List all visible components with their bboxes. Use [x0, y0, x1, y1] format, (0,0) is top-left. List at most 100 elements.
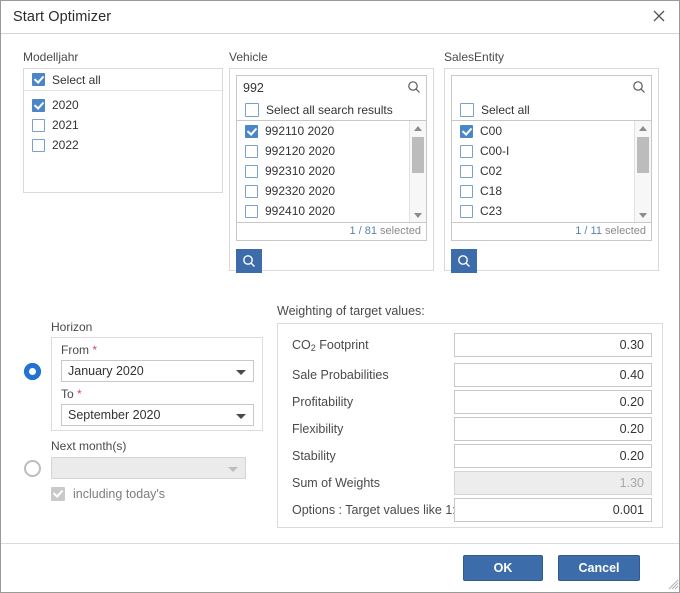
salesentity-list-scrollbar[interactable] — [634, 121, 651, 222]
co2-footprint-input[interactable]: 0.30 — [454, 333, 652, 357]
horizon-range-radio[interactable] — [24, 363, 41, 380]
modelljahr-item-label: 2021 — [52, 118, 79, 132]
salesentity-count-suffix: selected — [602, 225, 646, 237]
scrollbar-thumb[interactable] — [637, 137, 649, 173]
chevron-down-icon — [236, 370, 246, 375]
salesentity-search-row[interactable] — [451, 75, 652, 99]
salesentity-select-all-row[interactable]: Select all — [451, 99, 652, 121]
salesentity-item-checkbox[interactable] — [460, 125, 473, 138]
search-icon — [457, 254, 471, 268]
modelljahr-select-all-row[interactable]: Select all — [24, 69, 222, 91]
profitability-input[interactable]: 0.20 — [454, 390, 652, 414]
next-months-label: Next month(s) — [51, 439, 126, 453]
vehicle-item-label: 992410 2020 — [265, 204, 335, 218]
scrollbar-thumb[interactable] — [412, 137, 424, 173]
start-optimizer-dialog: Start Optimizer Modelljahr Select all 20… — [0, 0, 680, 593]
next-months-select[interactable] — [51, 457, 246, 479]
weighting-row: Profitability 0.20 — [278, 390, 662, 416]
co2-footprint-label: CO2 Footprint — [292, 338, 369, 353]
list-item[interactable]: 992320 2020 — [237, 181, 410, 201]
close-icon[interactable] — [647, 6, 671, 30]
to-month-select[interactable]: September 2020 — [61, 404, 254, 426]
list-item[interactable]: 2020 — [24, 95, 222, 115]
ok-button[interactable]: OK — [463, 555, 543, 581]
horizon-label: Horizon — [51, 320, 92, 334]
salesentity-item-label: C02 — [480, 164, 502, 178]
vehicle-search-row[interactable] — [236, 75, 427, 99]
salesentity-search-input[interactable] — [452, 76, 651, 99]
list-item[interactable]: C23 — [452, 201, 635, 221]
stability-input[interactable]: 0.20 — [454, 444, 652, 468]
salesentity-selected-count: 1 / 11 selected — [451, 223, 652, 241]
dialog-footer: OK Cancel — [1, 543, 680, 592]
vehicle-search-input[interactable] — [237, 76, 426, 99]
including-today-row[interactable]: including today's — [51, 487, 165, 501]
weighting-row: Sale Probabilities 0.40 — [278, 363, 662, 389]
list-item[interactable]: C02 — [452, 161, 635, 181]
sale-probabilities-label: Sale Probabilities — [292, 368, 389, 382]
next-months-radio[interactable] — [24, 460, 41, 477]
vehicle-item-checkbox[interactable] — [245, 205, 258, 218]
dialog-titlebar: Start Optimizer — [1, 1, 679, 34]
vehicle-item-checkbox[interactable] — [245, 145, 258, 158]
scroll-up-icon[interactable] — [635, 121, 651, 135]
weighting-row: Stability 0.20 — [278, 444, 662, 470]
modelljahr-checkbox-2021[interactable] — [32, 119, 45, 132]
modelljahr-panel: Select all 2020 2021 2022 — [23, 68, 223, 193]
vehicle-item-label: 992110 2020 — [265, 124, 334, 138]
list-item[interactable]: C00 — [452, 121, 635, 141]
vehicle-list-scrollbar[interactable] — [409, 121, 426, 222]
cancel-button[interactable]: Cancel — [558, 555, 640, 581]
salesentity-item-checkbox[interactable] — [460, 185, 473, 198]
scroll-up-icon[interactable] — [410, 121, 426, 135]
salesentity-select-all-label: Select all — [481, 103, 530, 117]
from-month-value: January 2020 — [68, 364, 144, 378]
vehicle-item-checkbox[interactable] — [245, 185, 258, 198]
salesentity-item-label: C00 — [480, 124, 502, 138]
stability-label: Stability — [292, 449, 336, 463]
modelljahr-checkbox-2020[interactable] — [32, 99, 45, 112]
modelljahr-checkbox-2022[interactable] — [32, 139, 45, 152]
modelljahr-select-all-checkbox[interactable] — [32, 73, 45, 86]
vehicle-search-button[interactable] — [236, 249, 262, 273]
from-month-select[interactable]: January 2020 — [61, 360, 254, 382]
target-values-input[interactable]: 0.001 — [454, 498, 652, 522]
list-item[interactable]: 992120 2020 — [237, 141, 410, 161]
weighting-row: Options : Target values like 1: 0.001 — [278, 498, 662, 524]
sum-of-weights-value: 1.30 — [454, 471, 652, 495]
list-item[interactable]: 992410 2020 — [237, 201, 410, 221]
salesentity-item-checkbox[interactable] — [460, 145, 473, 158]
vehicle-item-checkbox[interactable] — [245, 125, 258, 138]
horizon-region: Horizon From * January 2020 To * Septemb… — [1, 313, 276, 513]
scroll-down-icon[interactable] — [635, 208, 651, 222]
modelljahr-block: Modelljahr Select all 2020 2021 2022 — [23, 50, 223, 193]
salesentity-item-checkbox[interactable] — [460, 205, 473, 218]
list-item[interactable]: 992310 2020 — [237, 161, 410, 181]
including-today-checkbox — [51, 487, 65, 501]
flexibility-input[interactable]: 0.20 — [454, 417, 652, 441]
vehicle-select-all-row[interactable]: Select all search results — [236, 99, 427, 121]
vehicle-item-checkbox[interactable] — [245, 165, 258, 178]
list-item[interactable]: 2022 — [24, 135, 222, 155]
list-item[interactable]: 992110 2020 — [237, 121, 410, 141]
modelljahr-select-all-label: Select all — [52, 73, 101, 87]
search-icon — [242, 254, 256, 268]
vehicle-count-suffix: selected — [377, 225, 421, 237]
list-item[interactable]: C18 — [452, 181, 635, 201]
salesentity-item-label: C00-I — [480, 144, 509, 158]
salesentity-select-all-checkbox[interactable] — [460, 103, 474, 117]
salesentity-search-button[interactable] — [451, 249, 477, 273]
salesentity-item-checkbox[interactable] — [460, 165, 473, 178]
resize-grip-icon[interactable] — [667, 578, 679, 590]
weighting-row: Sum of Weights 1.30 — [278, 471, 662, 497]
vehicle-selected-count: 1 / 81 selected — [236, 223, 427, 241]
required-marker: * — [92, 343, 97, 357]
chevron-down-icon — [228, 467, 238, 472]
scroll-down-icon[interactable] — [410, 208, 426, 222]
vehicle-block: Vehicle Select all search results — [229, 50, 434, 271]
sale-probabilities-input[interactable]: 0.40 — [454, 363, 652, 387]
vehicle-select-all-checkbox[interactable] — [245, 103, 259, 117]
list-item[interactable]: C00-I — [452, 141, 635, 161]
salesentity-item-label: C23 — [480, 204, 502, 218]
list-item[interactable]: 2021 — [24, 115, 222, 135]
